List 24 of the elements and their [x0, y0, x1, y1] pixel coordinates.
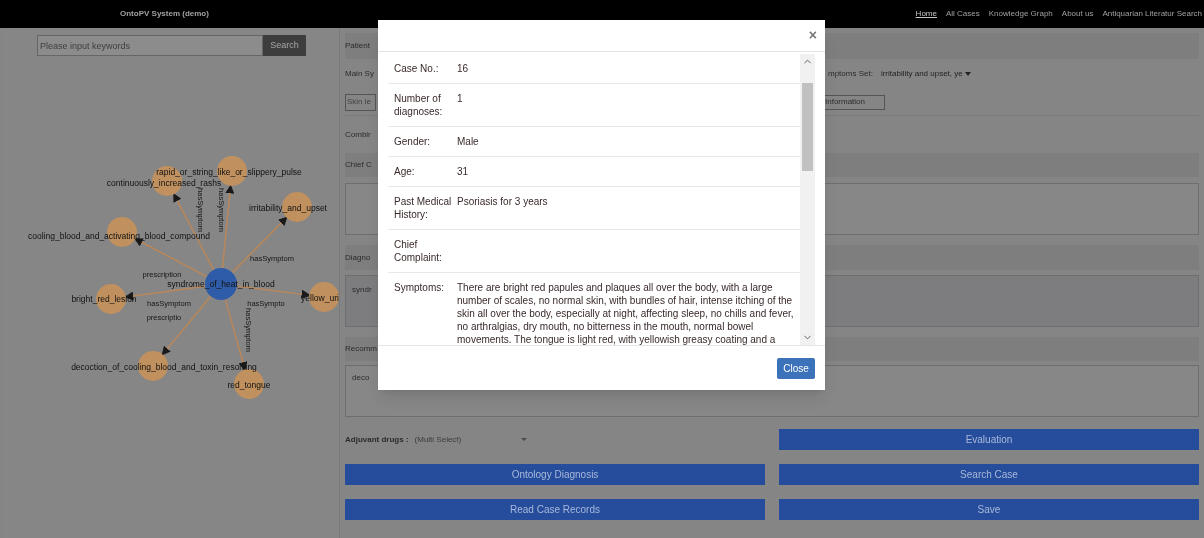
section-title: Patient — [345, 40, 370, 52]
field-label: Combir — [345, 128, 371, 141]
field-label: mptoms Set: — [828, 68, 873, 80]
field-label: Past Medical History: — [394, 195, 453, 221]
node-label: irritability_and_upset — [249, 203, 327, 213]
node-label: rapid_or_string_like_or_slippery_pulse — [156, 167, 302, 177]
field-label: Age: — [394, 165, 416, 178]
node-label: red_tongue — [227, 380, 271, 390]
field-value: 1 — [457, 92, 464, 106]
field-label: Symptoms: — [394, 281, 445, 295]
field-value: 31 — [457, 165, 470, 178]
field-value: 16 — [457, 62, 470, 75]
field-label: Adjuvant drugs : — [345, 433, 409, 446]
brand-title: OntoPV System (demo) — [120, 8, 209, 20]
field-value: Psoriasis for 3 years — [457, 195, 549, 209]
field-label: Main Sy — [345, 69, 374, 78]
field-value: Male — [457, 135, 480, 148]
field-label: Gender: — [394, 135, 432, 148]
field-label: Number of diagnoses: — [394, 92, 444, 118]
field-label: Chief Complaint: — [394, 238, 443, 264]
field-label: Case No.: — [394, 62, 440, 75]
section-title: Diagno — [345, 251, 371, 264]
section-title: Recomm — [345, 343, 377, 355]
node-label: continuously_increased_rashs — [106, 178, 222, 188]
